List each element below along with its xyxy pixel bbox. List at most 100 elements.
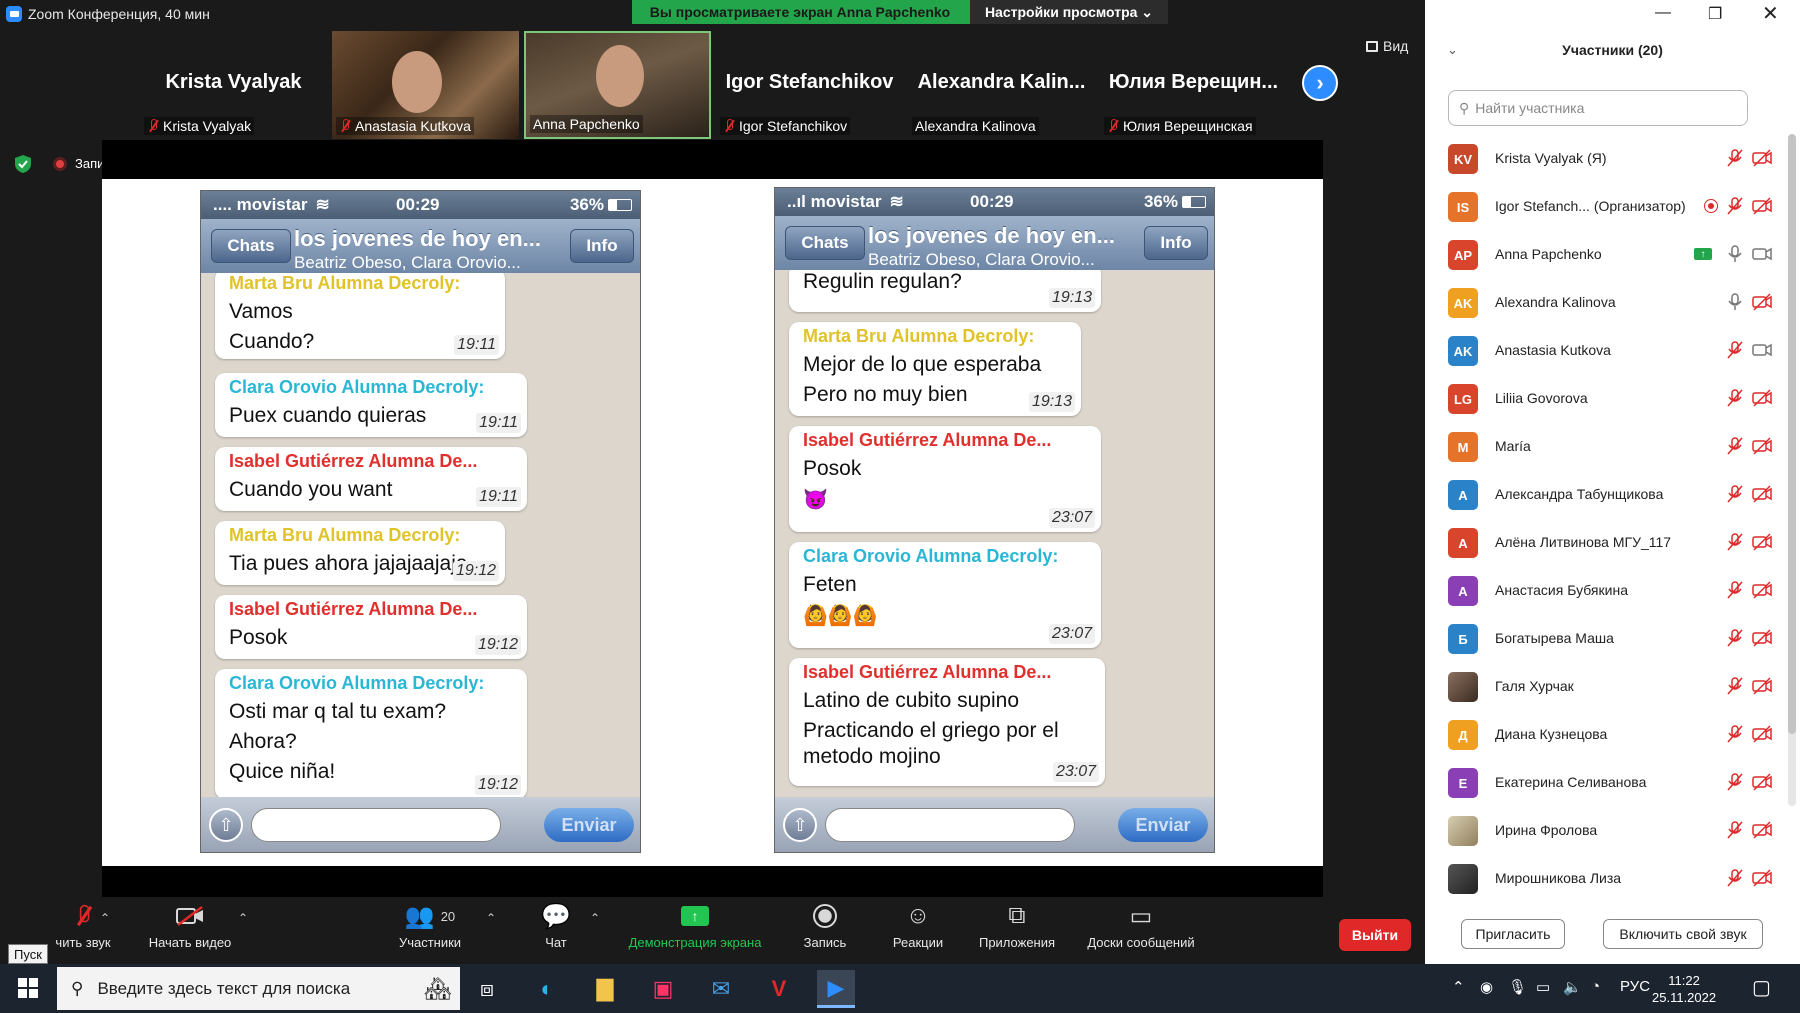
taskbar-clock[interactable]: 11:22 25.11.2022 (1652, 972, 1716, 1006)
muted-mic-icon[interactable] (1725, 724, 1745, 744)
muted-mic-icon[interactable] (1725, 196, 1745, 216)
muted-mic-icon[interactable] (1725, 772, 1745, 792)
task-view-icon[interactable]: ⧈ (468, 970, 506, 1008)
gallery-next-arrow-icon[interactable]: › (1302, 65, 1338, 101)
info-button: Info (570, 229, 634, 263)
muted-mic-icon[interactable] (1725, 676, 1745, 696)
muted-mic-icon[interactable] (1725, 148, 1745, 168)
close-window-icon[interactable]: ✕ (1762, 1, 1779, 26)
language-indicator[interactable]: РУС (1620, 978, 1650, 995)
tile-caption: Alexandra Kalinova (912, 117, 1039, 135)
participant-row[interactable]: M María (1425, 422, 1785, 470)
participant-row[interactable]: A Александра Табунщикова (1425, 470, 1785, 518)
participant-row[interactable]: E Екатерина Селиванова (1425, 758, 1785, 806)
mic-on-icon[interactable] (1725, 244, 1745, 264)
muted-mic-icon[interactable] (1725, 340, 1745, 360)
invite-button[interactable]: Пригласить (1461, 919, 1565, 949)
microsoft-store-icon[interactable]: ▣ (644, 970, 682, 1008)
participant-row[interactable]: Мирошникова Лиза (1425, 854, 1785, 902)
video-options-caret-icon[interactable]: ⌃ (238, 911, 248, 925)
muted-mic-icon[interactable] (1725, 388, 1745, 408)
volume-icon[interactable]: 🔈 (1563, 978, 1582, 996)
participant-row[interactable]: AK Alexandra Kalinova (1425, 278, 1785, 326)
whiteboards-button[interactable]: ▭ Доски сообщений (1076, 897, 1206, 964)
record-button[interactable]: Запись (795, 897, 855, 964)
start-video-button[interactable]: Начать видео (140, 897, 240, 964)
participant-search-input[interactable]: ⚲ Найти участника (1448, 90, 1748, 126)
leave-meeting-button[interactable]: Выйти (1339, 919, 1411, 951)
zoom-taskbar-icon[interactable]: ▶ (817, 970, 855, 1008)
taskbar-search-box[interactable]: ⚲ Введите здесь текст для поиска 🏘 (57, 967, 460, 1010)
audio-options-caret-icon[interactable]: ⌃ (100, 911, 110, 925)
battery-icon[interactable]: ▭ (1536, 978, 1550, 996)
view-options-button[interactable]: Настройки просмотра ⌄ (968, 0, 1168, 24)
meet-now-icon[interactable]: ◉ (1480, 978, 1493, 996)
microphone-icon[interactable]: 🎙 (1508, 978, 1527, 996)
shield-check-icon[interactable] (14, 154, 32, 174)
muted-mic-icon[interactable] (1725, 628, 1745, 648)
video-off-icon[interactable] (1752, 148, 1772, 168)
muted-mic-icon[interactable] (1725, 868, 1745, 888)
video-on-icon[interactable] (1752, 340, 1772, 360)
show-hidden-icons-chevron-icon[interactable]: ⌃ (1452, 978, 1465, 996)
video-tile[interactable]: Alexandra Kalin... Alexandra Kalinova (908, 31, 1095, 139)
participants-button[interactable]: 👥 20 Участники (390, 897, 470, 964)
video-off-icon[interactable] (1752, 292, 1772, 312)
chat-caret-icon[interactable]: ⌃ (590, 911, 600, 925)
edge-browser-icon[interactable]: ◐ (528, 970, 566, 1008)
windows-start-icon[interactable] (18, 978, 38, 998)
mail-icon[interactable]: ✉ (702, 970, 740, 1008)
muted-mic-icon (77, 897, 90, 935)
participant-list-scrollbar[interactable] (1788, 134, 1796, 806)
video-off-icon[interactable] (1752, 772, 1772, 792)
participant-row[interactable]: IS Igor Stefanch... (Организатор) (1425, 182, 1785, 230)
restore-window-icon[interactable]: ❐ (1708, 4, 1722, 24)
participant-row[interactable]: AP Anna Papchenko ↑ (1425, 230, 1785, 278)
video-off-icon[interactable] (1752, 196, 1772, 216)
notifications-icon[interactable]: ▢ (1752, 975, 1771, 1000)
video-tile[interactable]: Anastasia Kutkova (332, 31, 519, 139)
video-off-icon[interactable] (1752, 820, 1772, 840)
video-tile[interactable]: Krista Vyalyak Krista Vyalyak (140, 31, 327, 139)
network-icon[interactable]: ◔ (1591, 978, 1600, 995)
apps-button[interactable]: ⧉ Приложения (970, 897, 1064, 964)
participant-row[interactable]: AK Anastasia Kutkova (1425, 326, 1785, 374)
participant-row[interactable]: A Анастасия Бубякина (1425, 566, 1785, 614)
video-tile[interactable]: Igor Stefanchikov Igor Stefanchikov (716, 31, 903, 139)
participant-row[interactable]: Б Богатырева Маша (1425, 614, 1785, 662)
unmute-button[interactable]: чить звук (38, 897, 128, 964)
participants-caret-icon[interactable]: ⌃ (486, 911, 496, 925)
video-off-icon[interactable] (1752, 724, 1772, 744)
video-off-icon[interactable] (1752, 532, 1772, 552)
video-tile[interactable]: Юлия Верещин... Юлия Верещинская (1100, 31, 1287, 139)
video-off-icon[interactable] (1752, 580, 1772, 600)
vivaldi-icon[interactable]: V (760, 970, 798, 1008)
view-button[interactable]: Вид (1366, 38, 1408, 54)
participant-row[interactable]: Галя Хурчак (1425, 662, 1785, 710)
unmute-me-button[interactable]: Включить свой звук (1603, 919, 1763, 949)
share-screen-button[interactable]: ↑ Демонстрация экрана (620, 897, 770, 964)
muted-mic-icon[interactable] (1725, 580, 1745, 600)
mic-on-icon[interactable] (1725, 292, 1745, 312)
muted-mic-icon[interactable] (1725, 436, 1745, 456)
video-on-icon[interactable] (1752, 244, 1772, 264)
file-explorer-icon[interactable]: ▇ (586, 970, 624, 1008)
video-off-icon[interactable] (1752, 868, 1772, 888)
video-tile-active-speaker[interactable]: Anna Papchenko (524, 31, 711, 139)
muted-mic-icon[interactable] (1725, 484, 1745, 504)
video-off-icon[interactable] (1752, 676, 1772, 696)
minimize-window-icon[interactable]: — (1655, 4, 1671, 22)
video-off-icon[interactable] (1752, 484, 1772, 504)
participant-row[interactable]: KV Krista Vyalyak (Я) (1425, 134, 1785, 182)
video-off-icon[interactable] (1752, 628, 1772, 648)
participant-row[interactable]: LG Liliia Govorova (1425, 374, 1785, 422)
reactions-button[interactable]: ☺ Реакции (885, 897, 951, 964)
video-off-icon[interactable] (1752, 436, 1772, 456)
participant-row[interactable]: A Алёна Литвинова МГУ_117 (1425, 518, 1785, 566)
participant-row[interactable]: Ирина Фролова (1425, 806, 1785, 854)
muted-mic-icon[interactable] (1725, 532, 1745, 552)
video-off-icon[interactable] (1752, 388, 1772, 408)
participant-row[interactable]: Д Диана Кузнецова (1425, 710, 1785, 758)
muted-mic-icon[interactable] (1725, 820, 1745, 840)
chat-button[interactable]: 💬 Чат (526, 897, 586, 964)
